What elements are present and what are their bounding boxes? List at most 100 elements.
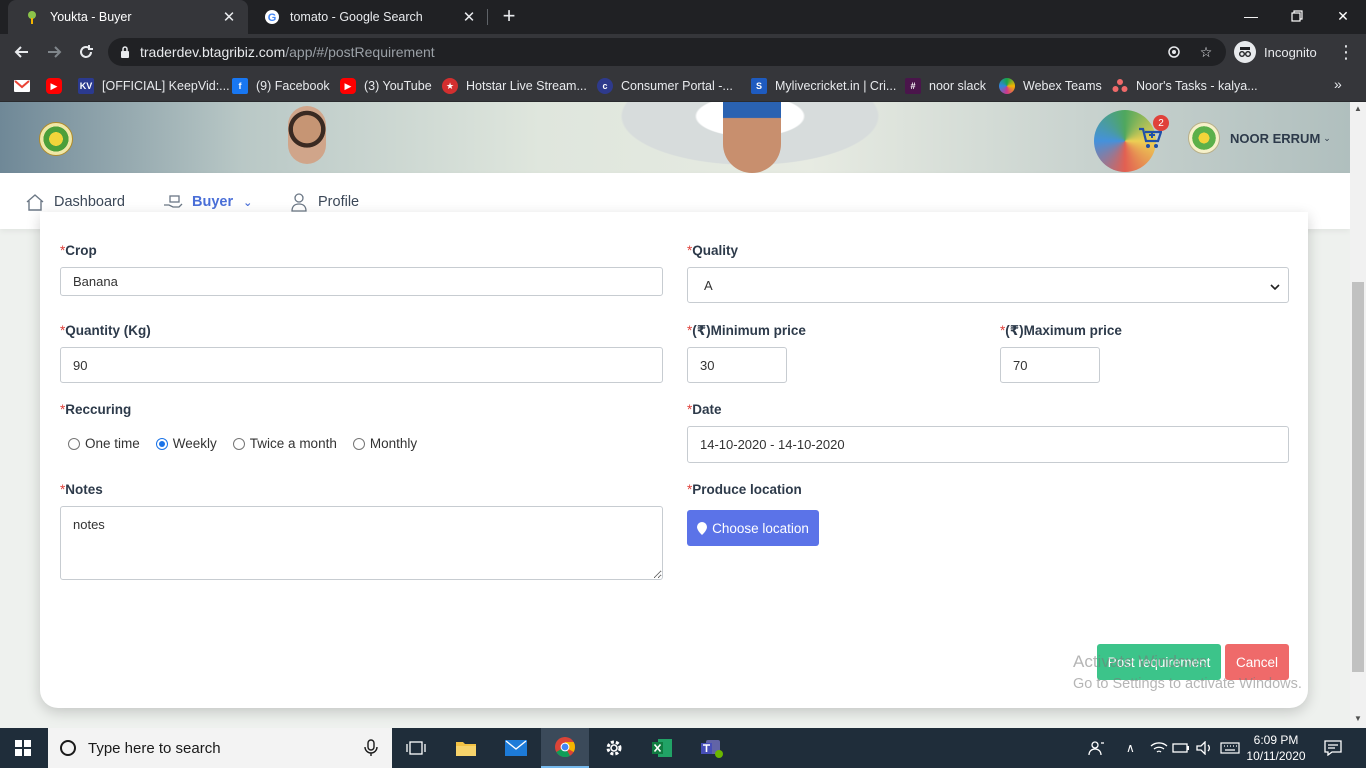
radio-label: Twice a month (249, 436, 337, 451)
bookmark-youtube-3[interactable]: ▶ (3) YouTube (340, 76, 432, 96)
forward-icon[interactable] (42, 40, 66, 64)
bookmark-label: [OFFICIAL] KeepVid:... (102, 79, 230, 93)
bookmark-label: Noor's Tasks - kalya... (1136, 79, 1258, 93)
radio-circle[interactable] (68, 437, 80, 450)
bookmark-facebook[interactable]: f (9) Facebook (232, 76, 330, 96)
scroll-up-icon[interactable]: ▲ (1350, 102, 1366, 116)
windows-start-icon[interactable] (0, 728, 46, 768)
quality-select[interactable]: A (687, 267, 1289, 303)
browser-tab-strip: Youkta - Buyer ✕ G tomato - Google Searc… (0, 0, 1366, 34)
reload-icon[interactable] (74, 40, 98, 64)
bookmark-youtube[interactable]: ▶ (46, 76, 70, 96)
mylivecricket-icon: S (751, 78, 767, 94)
svg-text:G: G (268, 12, 277, 24)
taskbar-clock[interactable]: 6:09 PM 10/11/2020 (1244, 732, 1308, 764)
chevron-down-icon: ⌄ (1323, 132, 1331, 143)
teams-icon[interactable] (688, 728, 736, 768)
notifications-icon[interactable] (1324, 728, 1342, 768)
settings-gear-icon[interactable] (590, 728, 638, 768)
crop-label: *Crop (60, 243, 97, 258)
max-price-label: *(₹)Maximum price (1000, 323, 1122, 339)
bookmark-star-icon[interactable]: ☆ (1196, 42, 1216, 62)
page-scrollbar[interactable]: ▲ ▼ (1350, 102, 1366, 728)
bookmark-label: Hotstar Live Stream... (466, 79, 587, 93)
close-tab-icon[interactable]: ✕ (460, 8, 478, 26)
back-icon[interactable] (10, 40, 34, 64)
radio-twice-a-month[interactable]: Twice a month (232, 436, 337, 451)
bookmark-noors-tasks[interactable]: Noor's Tasks - kalya... (1112, 76, 1258, 96)
chrome-menu-icon[interactable]: ⋮ (1334, 40, 1358, 64)
notes-label: *Notes (60, 482, 103, 497)
address-bar[interactable]: traderdev.btagribiz.com/app/#/postRequir… (108, 38, 1226, 66)
incognito-indicator[interactable]: Incognito (1234, 38, 1317, 66)
bookmarks-bar: ▶ KV [OFFICIAL] KeepVid:... f (9) Facebo… (0, 70, 1366, 102)
date-label: *Date (687, 402, 722, 417)
quantity-input[interactable] (60, 347, 663, 383)
label-text: Reccuring (65, 402, 132, 417)
label-text: (₹)Maximum price (1005, 323, 1122, 338)
close-window-icon[interactable]: ✕ (1320, 0, 1366, 32)
scrollbar-thumb[interactable] (1352, 282, 1364, 672)
tab-tomato-google-search[interactable]: G tomato - Google Search ✕ (248, 0, 488, 34)
mail-icon[interactable] (492, 728, 540, 768)
wifi-icon[interactable] (1150, 728, 1168, 768)
youtube-icon: ▶ (46, 78, 62, 94)
bookmark-keepvid[interactable]: KV [OFFICIAL] KeepVid:... (78, 76, 230, 96)
quality-label: *Quality (687, 243, 738, 258)
battery-icon[interactable] (1172, 728, 1190, 768)
task-view-icon[interactable] (392, 728, 440, 768)
restore-icon[interactable] (1274, 0, 1320, 32)
state-emblem-logo (39, 122, 73, 156)
tab-youkta-buyer[interactable]: Youkta - Buyer ✕ (8, 0, 248, 34)
clock-date: 10/11/2020 (1246, 749, 1306, 763)
people-icon[interactable] (1088, 728, 1106, 768)
browser-toolbar: traderdev.btagribiz.com/app/#/postRequir… (0, 34, 1366, 70)
radio-circle[interactable] (352, 437, 365, 450)
bookmark-mylivecricket[interactable]: S Mylivecricket.in | Cri... (751, 76, 896, 96)
radio-weekly[interactable]: Weekly (155, 436, 217, 451)
bookmark-hotstar[interactable]: ★ Hotstar Live Stream... (442, 76, 587, 96)
radio-one-time[interactable]: One time (68, 436, 140, 451)
radio-circle-checked[interactable] (155, 437, 168, 450)
file-explorer-icon[interactable] (442, 728, 490, 768)
scroll-down-icon[interactable]: ▼ (1350, 712, 1366, 726)
max-price-input[interactable] (1000, 347, 1100, 383)
radio-circle[interactable] (232, 437, 245, 450)
bookmark-consumer-portal[interactable]: c Consumer Portal -... (597, 76, 733, 96)
notes-textarea[interactable]: notes (60, 506, 663, 580)
crop-input[interactable] (60, 267, 663, 296)
user-menu[interactable]: NOOR ERRUM ⌄ (1188, 122, 1331, 154)
webex-icon (999, 78, 1015, 94)
date-range-input[interactable] (687, 426, 1289, 463)
new-tab-icon[interactable]: + (498, 5, 520, 27)
bookmark-webex-teams[interactable]: Webex Teams (999, 76, 1102, 96)
nav-dashboard[interactable]: Dashboard (24, 191, 125, 213)
bookmark-label: Webex Teams (1023, 79, 1102, 93)
url-path: /app/#/postRequirement (285, 44, 435, 60)
cart-count-badge: 2 (1153, 115, 1169, 131)
min-price-input[interactable] (687, 347, 787, 383)
keyboard-icon[interactable] (1220, 728, 1240, 768)
bookmark-gmail[interactable] (14, 76, 38, 96)
microphone-icon[interactable] (364, 739, 378, 757)
taskbar-search-box[interactable]: Type here to search (48, 728, 392, 768)
more-bookmarks-icon[interactable]: » (1334, 76, 1342, 92)
cancel-button[interactable]: Cancel (1225, 644, 1289, 680)
page-viewport: 2 NOOR ERRUM ⌄ Dashboard Buyer ⌄ Profile (0, 102, 1350, 728)
minimize-icon[interactable]: — (1228, 0, 1274, 32)
quality-selected-value: A (704, 277, 713, 293)
map-pin-icon (697, 521, 708, 535)
nav-label: Profile (318, 194, 360, 210)
excel-icon[interactable] (638, 728, 686, 768)
close-tab-icon[interactable]: ✕ (220, 8, 238, 26)
chevron-up-icon[interactable]: ∧ (1126, 728, 1135, 768)
nav-buyer[interactable]: Buyer ⌄ (162, 191, 252, 213)
volume-icon[interactable] (1196, 728, 1214, 768)
choose-location-button[interactable]: Choose location (687, 510, 819, 546)
chrome-taskbar-icon[interactable] (541, 728, 589, 768)
bookmark-noor-slack[interactable]: # noor slack (905, 76, 986, 96)
recurring-radio-group: One time Weekly Twice a month Monthly (68, 436, 433, 451)
location-target-icon[interactable] (1164, 42, 1184, 62)
radio-monthly[interactable]: Monthly (352, 436, 417, 451)
nav-profile[interactable]: Profile (288, 191, 359, 213)
